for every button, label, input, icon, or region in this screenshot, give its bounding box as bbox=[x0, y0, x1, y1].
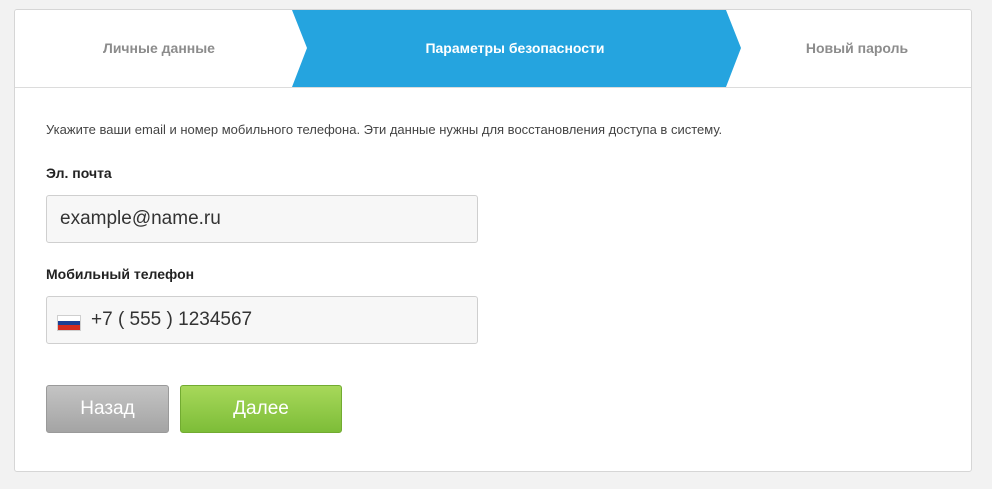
next-button[interactable]: Далее bbox=[180, 385, 342, 433]
email-label: Эл. почта bbox=[46, 165, 112, 181]
security-params-card: Личные данные Параметры безопасности Нов… bbox=[14, 9, 972, 472]
step-security-params: Параметры безопасности bbox=[425, 40, 605, 56]
russia-flag-icon bbox=[58, 316, 80, 330]
email-placeholder: example@name.ru bbox=[60, 208, 221, 229]
back-button[interactable]: Назад bbox=[46, 385, 169, 433]
wizard-steps: Личные данные Параметры безопасности Нов… bbox=[15, 10, 971, 88]
email-field[interactable]: example@name.ru bbox=[46, 195, 478, 243]
intro-text: Укажите ваши email и номер мобильного те… bbox=[46, 122, 723, 137]
phone-field[interactable]: +7 ( 555 ) 1234567 bbox=[46, 296, 478, 344]
step-new-password: Новый пароль bbox=[805, 40, 909, 56]
phone-placeholder: +7 ( 555 ) 1234567 bbox=[91, 309, 253, 330]
phone-label: Мобильный телефон bbox=[46, 266, 195, 282]
step-personal-data: Личные данные bbox=[103, 40, 215, 56]
